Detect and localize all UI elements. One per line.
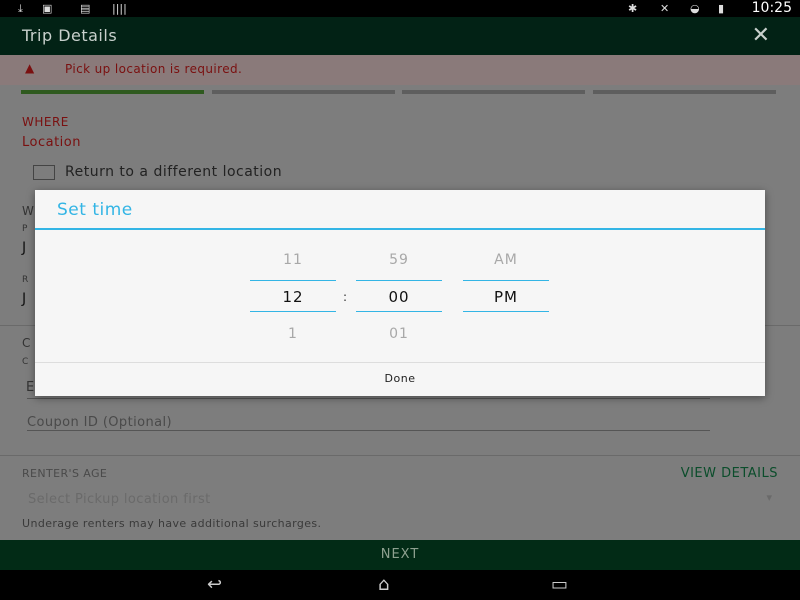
background-fragment: C xyxy=(22,336,31,350)
ampm-prev[interactable]: AM xyxy=(463,252,549,268)
hour-current[interactable]: 12 xyxy=(250,288,336,306)
set-time-dialog: Set time 11 12 1 : 59 00 01 AM PM Done xyxy=(35,190,765,396)
minute-current[interactable]: 00 xyxy=(356,288,442,306)
print-icon: ▤ xyxy=(80,2,91,15)
view-details-link[interactable]: VIEW DETAILS xyxy=(681,466,778,481)
done-button[interactable]: Done xyxy=(35,372,765,385)
home-icon[interactable]: ⌂ xyxy=(378,574,389,595)
hour-top-line xyxy=(250,280,336,281)
hour-next[interactable]: 1 xyxy=(250,326,336,342)
background-fragment: E xyxy=(26,380,35,395)
input-underline xyxy=(27,430,710,431)
next-button-label: NEXT xyxy=(380,547,420,562)
background-fragment: C xyxy=(22,357,29,367)
ampm-top-line xyxy=(463,280,549,281)
error-banner: ▲ Pick up location is required. xyxy=(0,55,800,85)
barcode-icon: |||| xyxy=(112,2,127,15)
progress-step-4 xyxy=(593,90,776,94)
minute-prev[interactable]: 59 xyxy=(356,252,442,268)
wifi-icon: ◒ xyxy=(690,2,700,15)
progress-step-3 xyxy=(402,90,585,94)
background-fragment: J xyxy=(22,291,27,307)
minute-bottom-line xyxy=(356,311,442,312)
status-bar: ⤓ ▣ ▤ |||| ✱ ✕ ◒ ▮ 10:25 xyxy=(0,0,800,17)
divider xyxy=(0,455,800,456)
close-icon[interactable]: ✕ xyxy=(752,23,770,48)
return-different-checkbox[interactable] xyxy=(33,165,55,180)
return-different-label: Return to a different location xyxy=(65,164,283,180)
time-separator: : xyxy=(343,290,348,304)
renter-age-label: RENTER'S AGE xyxy=(22,467,108,480)
location-field[interactable]: Location xyxy=(22,135,81,150)
download-icon: ⤓ xyxy=(18,2,23,15)
clock: 10:25 xyxy=(751,0,792,16)
underage-note: Underage renters may have additional sur… xyxy=(22,517,322,530)
ampm-bottom-line xyxy=(463,311,549,312)
mute-icon: ✕ xyxy=(660,2,670,15)
input-underline xyxy=(27,398,710,399)
hour-prev[interactable]: 11 xyxy=(250,252,336,268)
warning-icon: ▲ xyxy=(25,61,35,75)
minute-top-line xyxy=(356,280,442,281)
page-title: Trip Details xyxy=(22,26,118,45)
bluetooth-icon: ✱ xyxy=(628,2,638,15)
back-icon[interactable]: ↩ xyxy=(207,574,222,595)
system-nav-bar: ↩ ⌂ ▭ xyxy=(0,570,800,600)
minute-next[interactable]: 01 xyxy=(356,326,442,342)
where-section-label: WHERE xyxy=(22,115,69,129)
error-message: Pick up location is required. xyxy=(65,62,243,76)
progress-step-2 xyxy=(212,90,395,94)
dialog-title: Set time xyxy=(57,200,133,220)
progress-step-1 xyxy=(21,90,204,94)
chevron-down-icon[interactable]: ▾ xyxy=(766,491,772,504)
background-fragment: P xyxy=(22,224,28,234)
next-button[interactable]: NEXT xyxy=(0,540,800,570)
recents-icon[interactable]: ▭ xyxy=(551,574,568,595)
toolbar: Trip Details ✕ xyxy=(0,17,800,55)
age-select[interactable]: Select Pickup location first xyxy=(28,492,211,507)
dialog-title-divider xyxy=(35,228,765,230)
voicemail-icon: ▣ xyxy=(42,2,53,15)
background-fragment: W xyxy=(22,204,34,218)
ampm-current[interactable]: PM xyxy=(463,288,549,306)
battery-icon: ▮ xyxy=(718,2,725,15)
background-fragment: R xyxy=(22,275,29,285)
background-fragment: J xyxy=(22,240,27,256)
coupon-input[interactable]: Coupon ID (Optional) xyxy=(27,415,172,430)
hour-bottom-line xyxy=(250,311,336,312)
dialog-button-divider xyxy=(35,362,765,363)
